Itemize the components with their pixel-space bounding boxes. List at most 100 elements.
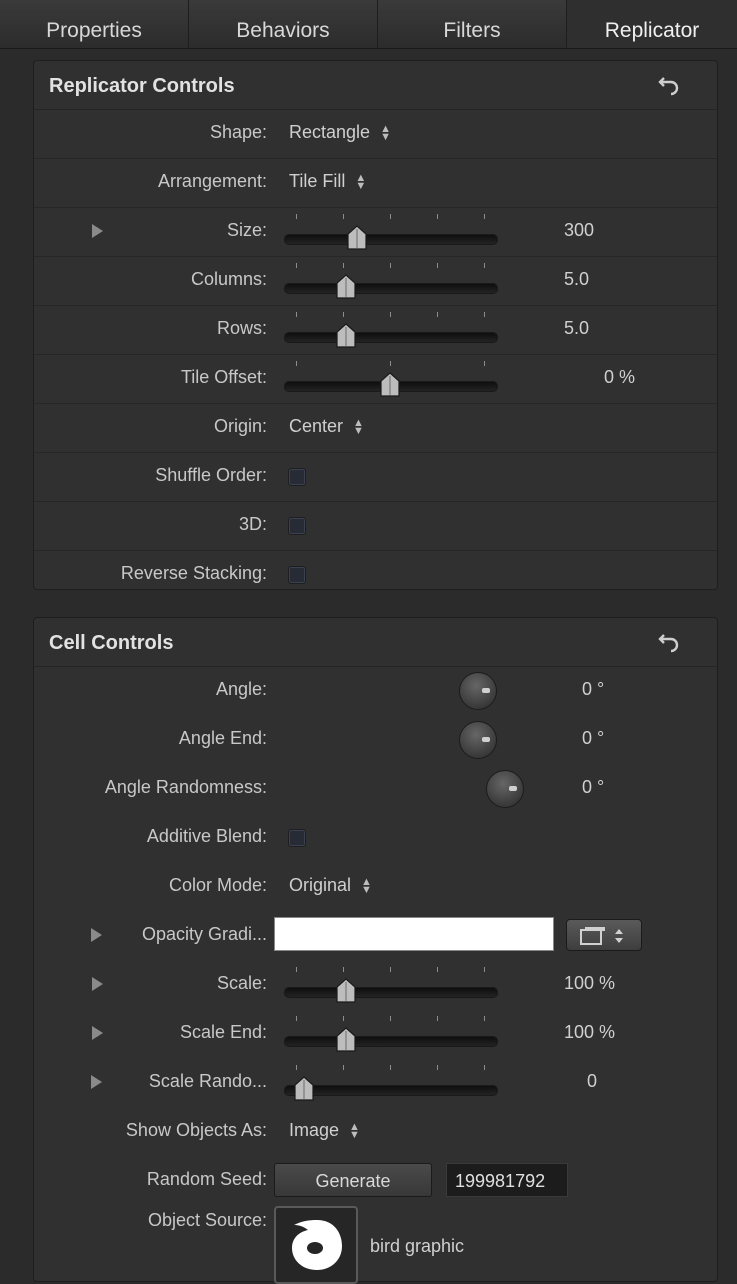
scale-slider[interactable] (284, 967, 498, 1004)
slider-tick (296, 1065, 297, 1070)
scale-randomness-slider[interactable] (284, 1065, 498, 1102)
angle-end-row: Angle End: 0 ° (34, 716, 717, 764)
slider-tick (296, 214, 297, 219)
angle-value[interactable]: 0 ° (582, 679, 604, 700)
disclosure-triangle-icon[interactable] (92, 1026, 103, 1040)
disclosure-triangle-icon[interactable] (92, 977, 103, 991)
tab-replicator[interactable]: Replicator (567, 0, 737, 48)
reverse-stacking-label: Reverse Stacking: (120, 563, 267, 583)
slider-tick (343, 1016, 344, 1021)
slider-thumb[interactable] (335, 1027, 357, 1053)
generate-button[interactable]: Generate (274, 1163, 432, 1197)
slider-thumb[interactable] (335, 274, 357, 300)
slider-thumb[interactable] (335, 323, 357, 349)
angle-randomness-value[interactable]: 0 ° (582, 777, 604, 798)
columns-row: Columns: 5.0 (34, 257, 717, 306)
scale-end-value[interactable]: 100 % (564, 1022, 615, 1043)
slider-tick (484, 361, 485, 366)
slider-thumb[interactable] (379, 372, 401, 398)
random-seed-field[interactable]: 199981792 (446, 1163, 568, 1197)
tile-offset-value[interactable]: 0 % (604, 367, 635, 388)
disclosure-triangle-icon[interactable] (91, 1075, 102, 1089)
shuffle-order-row: Shuffle Order: (34, 453, 717, 502)
origin-popup[interactable]: Center ▲ ▼ (289, 416, 364, 437)
slider-tick (390, 263, 391, 268)
gradient-preset-button[interactable] (566, 919, 642, 951)
opacity-gradient-well[interactable] (274, 917, 554, 951)
angle-end-dial-icon[interactable] (459, 721, 497, 759)
slider-thumb[interactable] (335, 978, 357, 1004)
popup-arrows-icon: ▲ ▼ (380, 123, 391, 144)
3d-label: 3D: (238, 514, 267, 534)
slider-tick (390, 312, 391, 317)
scale-randomness-value[interactable]: 0 (587, 1071, 597, 1092)
3d-checkbox[interactable] (288, 517, 306, 535)
slider-tick (437, 1016, 438, 1021)
shape-popup[interactable]: Rectangle ▲ ▼ (289, 122, 391, 143)
undo-arrow-icon[interactable] (657, 72, 681, 96)
rows-slider[interactable] (284, 312, 498, 349)
scale-end-slider[interactable] (284, 1016, 498, 1053)
3d-row: 3D: (34, 502, 717, 551)
tab-filters[interactable]: Filters (378, 0, 567, 48)
slider-tick (484, 263, 485, 268)
slider-tick (390, 214, 391, 219)
object-source-row: Object Source: bird graphic (34, 1206, 717, 1284)
slider-tick (484, 1065, 485, 1070)
origin-value: Center (289, 416, 344, 436)
scale-value[interactable]: 100 % (564, 973, 615, 994)
opacity-gradient-row: Opacity Gradi... (34, 912, 717, 960)
slider-track (284, 332, 498, 343)
slider-tick (296, 361, 297, 366)
disclosure-triangle-icon[interactable] (92, 224, 103, 238)
slider-tick (437, 263, 438, 268)
origin-row: Origin: Center ▲ ▼ (34, 404, 717, 453)
reverse-stacking-row: Reverse Stacking: (34, 551, 717, 599)
slider-tick (296, 312, 297, 317)
angle-label: Angle: (215, 679, 267, 699)
slider-thumb[interactable] (293, 1076, 315, 1102)
slider-tick (437, 214, 438, 219)
angle-randomness-dial-icon[interactable] (486, 770, 524, 808)
angle-dial-icon[interactable] (459, 672, 497, 710)
rows-value[interactable]: 5.0 (564, 318, 589, 339)
angle-end-value[interactable]: 0 ° (582, 728, 604, 749)
tile-offset-slider[interactable] (284, 361, 498, 398)
size-value[interactable]: 300 (564, 220, 594, 241)
slider-track (284, 987, 498, 998)
slider-track (284, 283, 498, 294)
show-objects-as-popup[interactable]: Image ▲ ▼ (289, 1120, 360, 1141)
origin-label: Origin: (213, 416, 267, 436)
undo-arrow-icon[interactable] (657, 629, 681, 653)
object-source-name: bird graphic (370, 1236, 465, 1256)
color-mode-popup[interactable]: Original ▲ ▼ (289, 875, 372, 896)
panel-title: Cell Controls (49, 632, 174, 654)
reverse-stacking-checkbox[interactable] (288, 566, 306, 584)
cell-controls-header: Cell Controls (34, 618, 717, 667)
slider-tick (343, 967, 344, 972)
tab-properties[interactable]: Properties (0, 0, 189, 48)
slider-tick (390, 1065, 391, 1070)
angle-row: Angle: 0 ° (34, 667, 717, 715)
object-source-well[interactable] (274, 1206, 358, 1284)
slider-thumb[interactable] (346, 225, 368, 251)
arrangement-popup[interactable]: Tile Fill ▲ ▼ (289, 171, 366, 192)
size-slider[interactable] (284, 214, 498, 251)
tab-behaviors[interactable]: Behaviors (189, 0, 378, 48)
color-mode-row: Color Mode: Original ▲ ▼ (34, 863, 717, 911)
arrangement-row: Arrangement: Tile Fill ▲ ▼ (34, 159, 717, 208)
opacity-gradient-label: Opacity Gradi... (141, 924, 267, 944)
replicator-controls-panel: Replicator Controls Shape: Rectangle ▲ ▼ A… (33, 60, 718, 590)
columns-slider[interactable] (284, 263, 498, 300)
inspector-tabs: Properties Behaviors Filters Replicator (0, 0, 737, 49)
columns-value[interactable]: 5.0 (564, 269, 589, 290)
size-label: Size: (226, 220, 267, 240)
slider-tick (437, 312, 438, 317)
shape-label: Shape: (209, 122, 267, 142)
slider-tick (437, 1065, 438, 1070)
shuffle-order-checkbox[interactable] (288, 468, 306, 486)
rows-label: Rows: (216, 318, 267, 338)
additive-blend-checkbox[interactable] (288, 829, 306, 847)
disclosure-triangle-icon[interactable] (91, 928, 102, 942)
angle-randomness-row: Angle Randomness: 0 ° (34, 765, 717, 813)
